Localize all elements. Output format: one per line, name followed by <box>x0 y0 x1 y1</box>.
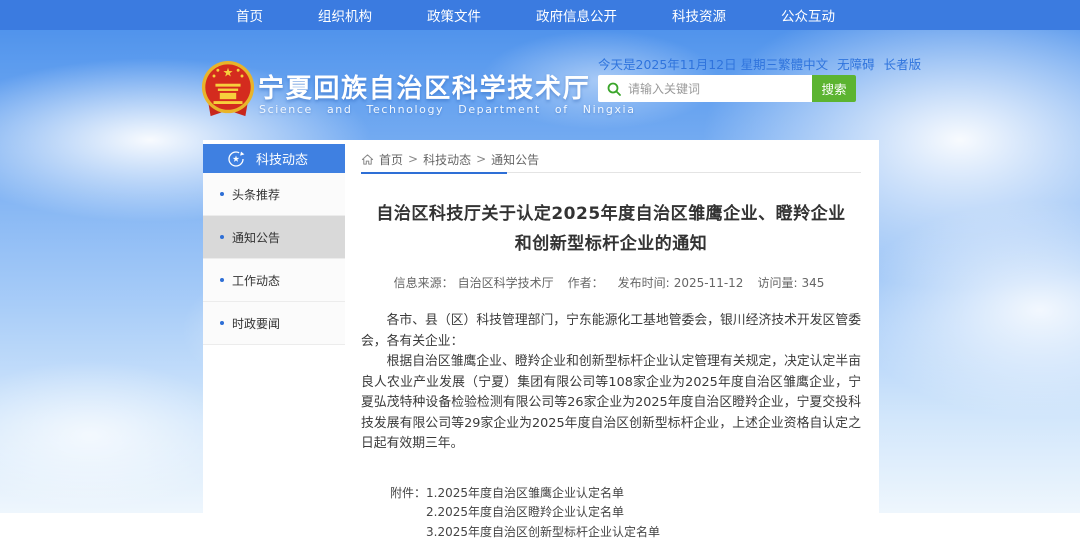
search-input[interactable] <box>622 75 812 102</box>
article-title: 自治区科技厅关于认定2025年度自治区雏鹰企业、瞪羚企业 和创新型标杆企业的通知 <box>361 199 861 259</box>
nav-item-home[interactable]: 首页 <box>236 5 263 25</box>
breadcrumb-home[interactable]: 首页 <box>379 151 403 168</box>
article-meta: 信息来源： 自治区科学技术厅作者： 发布时间: 2025-11-12 访问量: 345 <box>361 274 861 291</box>
meta-views-label: 访问量: <box>757 276 797 290</box>
search-icon <box>606 81 622 97</box>
sidebar-item-headlines[interactable]: 头条推荐 <box>203 173 345 216</box>
national-emblem-logo <box>200 58 256 122</box>
attachment-item-3[interactable]: 3.2025年度自治区创新型标杆企业认定名单 <box>426 523 660 542</box>
link-accessibility[interactable]: 无障碍 <box>837 54 875 73</box>
link-traditional-chinese[interactable]: 繁體中文 <box>778 54 828 73</box>
header-date-row: 今天是2025年11月12日 星期三 繁體中文 无障碍 长者版 <box>598 54 872 73</box>
sidebar-item-notices[interactable]: 通知公告 <box>203 216 345 259</box>
nav-item-tech-resources[interactable]: 科技资源 <box>672 5 726 25</box>
breadcrumb-separator: > <box>476 152 486 166</box>
article-area: 首页 > 科技动态 > 通知公告 自治区科技厅关于认定2025年度自治区雏鹰企业… <box>361 146 861 542</box>
article-paragraph-2: 根据自治区雏鹰企业、瞪羚企业和创新型标杆企业认定管理有关规定，决定认定半亩良人农… <box>361 352 861 455</box>
tech-news-circle-star-icon <box>227 150 245 168</box>
meta-views-value: 345 <box>801 276 824 290</box>
meta-time-value: 2025-11-12 <box>674 276 744 290</box>
breadcrumb: 首页 > 科技动态 > 通知公告 <box>361 146 861 173</box>
bullet-icon <box>220 321 224 325</box>
meta-source-label: 信息来源： <box>394 276 454 290</box>
cloud-decoration <box>850 200 1080 420</box>
article-paragraph-1: 各市、县（区）科技管理部门，宁东能源化工基地管委会，银川经济技术开发区管委会，各… <box>361 311 861 352</box>
article-title-line1: 自治区科技厅关于认定2025年度自治区雏鹰企业、瞪羚企业 <box>376 204 845 224</box>
nav-item-policy-documents[interactable]: 政策文件 <box>427 5 481 25</box>
article-body: 各市、县（区）科技管理部门，宁东能源化工基地管委会，银川经济技术开发区管委会，各… <box>361 311 861 455</box>
nav-item-public-interaction[interactable]: 公众互动 <box>781 5 835 25</box>
breadcrumb-notices[interactable]: 通知公告 <box>491 151 539 168</box>
breadcrumb-tech-news[interactable]: 科技动态 <box>423 151 471 168</box>
home-icon <box>361 153 374 166</box>
site-title: 宁夏回族自治区科学技术厅 <box>258 68 590 105</box>
article-title-line2: 和创新型标杆企业的通知 <box>515 234 708 254</box>
bullet-icon <box>220 278 224 282</box>
sidebar-item-label: 时政要闻 <box>232 315 280 332</box>
sidebar-item-political-news[interactable]: 时政要闻 <box>203 302 345 345</box>
link-elderly-version[interactable]: 长者版 <box>884 54 922 73</box>
meta-author-label: 作者： <box>568 276 604 290</box>
sidebar-item-label: 通知公告 <box>232 229 280 246</box>
site-subtitle-en: Science and Technology Department of Nin… <box>259 103 636 116</box>
sidebar: 科技动态 头条推荐 通知公告 工作动态 时政要闻 <box>203 144 345 345</box>
content-panel: 科技动态 头条推荐 通知公告 工作动态 时政要闻 首页 > <box>203 140 879 513</box>
bullet-icon <box>220 235 224 239</box>
meta-time-label: 发布时间: <box>618 276 670 290</box>
breadcrumb-separator: > <box>408 152 418 166</box>
sidebar-item-label: 头条推荐 <box>232 186 280 203</box>
sidebar-header: 科技动态 <box>203 144 345 173</box>
sidebar-title: 科技动态 <box>256 149 308 168</box>
header-quick-links: 繁體中文 无障碍 长者版 <box>778 54 921 73</box>
bullet-icon <box>220 192 224 196</box>
search-bar: 搜索 <box>598 75 856 102</box>
meta-source-value: 自治区科学技术厅 <box>458 276 554 290</box>
nav-item-organization[interactable]: 组织机构 <box>318 5 372 25</box>
attachment-item-1[interactable]: 1.2025年度自治区雏鹰企业认定名单 <box>426 484 660 504</box>
nav-item-gov-info-disclosure[interactable]: 政府信息公开 <box>536 5 617 25</box>
top-navigation: 首页 组织机构 政策文件 政府信息公开 科技资源 公众互动 <box>0 0 1080 30</box>
search-button[interactable]: 搜索 <box>812 75 856 102</box>
sidebar-item-label: 工作动态 <box>232 272 280 289</box>
current-date: 今天是2025年11月12日 星期三 <box>598 54 778 73</box>
sidebar-item-work-updates[interactable]: 工作动态 <box>203 259 345 302</box>
